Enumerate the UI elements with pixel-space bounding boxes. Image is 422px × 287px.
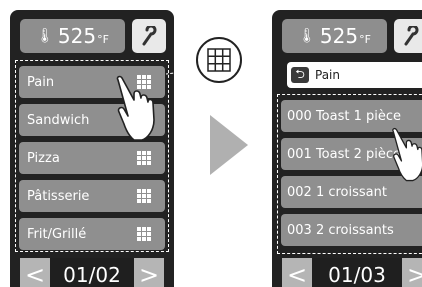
next-page-button[interactable]: >	[402, 258, 422, 287]
recipe-label: 000 Toast 1 pièce	[287, 108, 402, 124]
recipe-label: 003 2 croissants	[287, 222, 394, 238]
page-indicator: 01/02	[50, 258, 134, 287]
breadcrumb: Pain	[315, 68, 340, 82]
menu-item-label: Frit/Grillé	[27, 226, 87, 242]
grid-icon	[207, 48, 231, 72]
back-icon[interactable]: ⮌	[291, 67, 309, 83]
temperature-display: 🌡 525 °F	[20, 19, 125, 53]
temperature-value: 525	[319, 24, 359, 48]
recipe-label: 002 1 croissant	[287, 184, 387, 200]
temperature-value: 525	[57, 24, 97, 48]
right-arrow-icon	[210, 115, 248, 175]
hand-pointer-icon	[392, 127, 422, 182]
wrench-icon	[404, 26, 419, 46]
recipe-item[interactable]: 003 2 croissants	[281, 214, 422, 246]
settings-button[interactable]	[132, 19, 166, 53]
thermometer-icon: 🌡	[36, 28, 54, 44]
pager: < 01/03 >	[282, 258, 422, 287]
right-control-panel: 🌡 525 °F ⮌ Pain 000 Toast 1 pièce 001 To…	[272, 10, 422, 287]
grid-icon	[137, 227, 151, 241]
prev-page-button[interactable]: <	[20, 258, 50, 287]
thermometer-icon: 🌡	[298, 28, 316, 44]
menu-item-frit-grille[interactable]: Frit/Grillé	[19, 218, 165, 250]
menu-item-pizza[interactable]: Pizza	[19, 142, 165, 174]
next-page-button[interactable]: >	[134, 258, 164, 287]
temperature-unit: °F	[359, 32, 371, 46]
page-indicator: 01/03	[312, 258, 402, 287]
breadcrumb-bar[interactable]: ⮌ Pain	[287, 62, 422, 88]
prev-page-button[interactable]: <	[282, 258, 312, 287]
menu-item-label: Pizza	[27, 150, 60, 166]
pager: < 01/02 >	[20, 258, 164, 287]
temperature-display: 🌡 525 °F	[282, 19, 387, 53]
grid-icon	[137, 189, 151, 203]
settings-button[interactable]	[394, 19, 422, 53]
grid-icon	[137, 151, 151, 165]
wrench-icon	[142, 26, 157, 46]
menu-item-label: Sandwich	[27, 112, 90, 128]
temperature-unit: °F	[97, 32, 109, 46]
menu-item-label: Pâtisserie	[27, 188, 90, 204]
menu-item-label: Pain	[27, 74, 55, 90]
menu-item-patisserie[interactable]: Pâtisserie	[19, 180, 165, 212]
zoom-connector	[165, 69, 199, 75]
